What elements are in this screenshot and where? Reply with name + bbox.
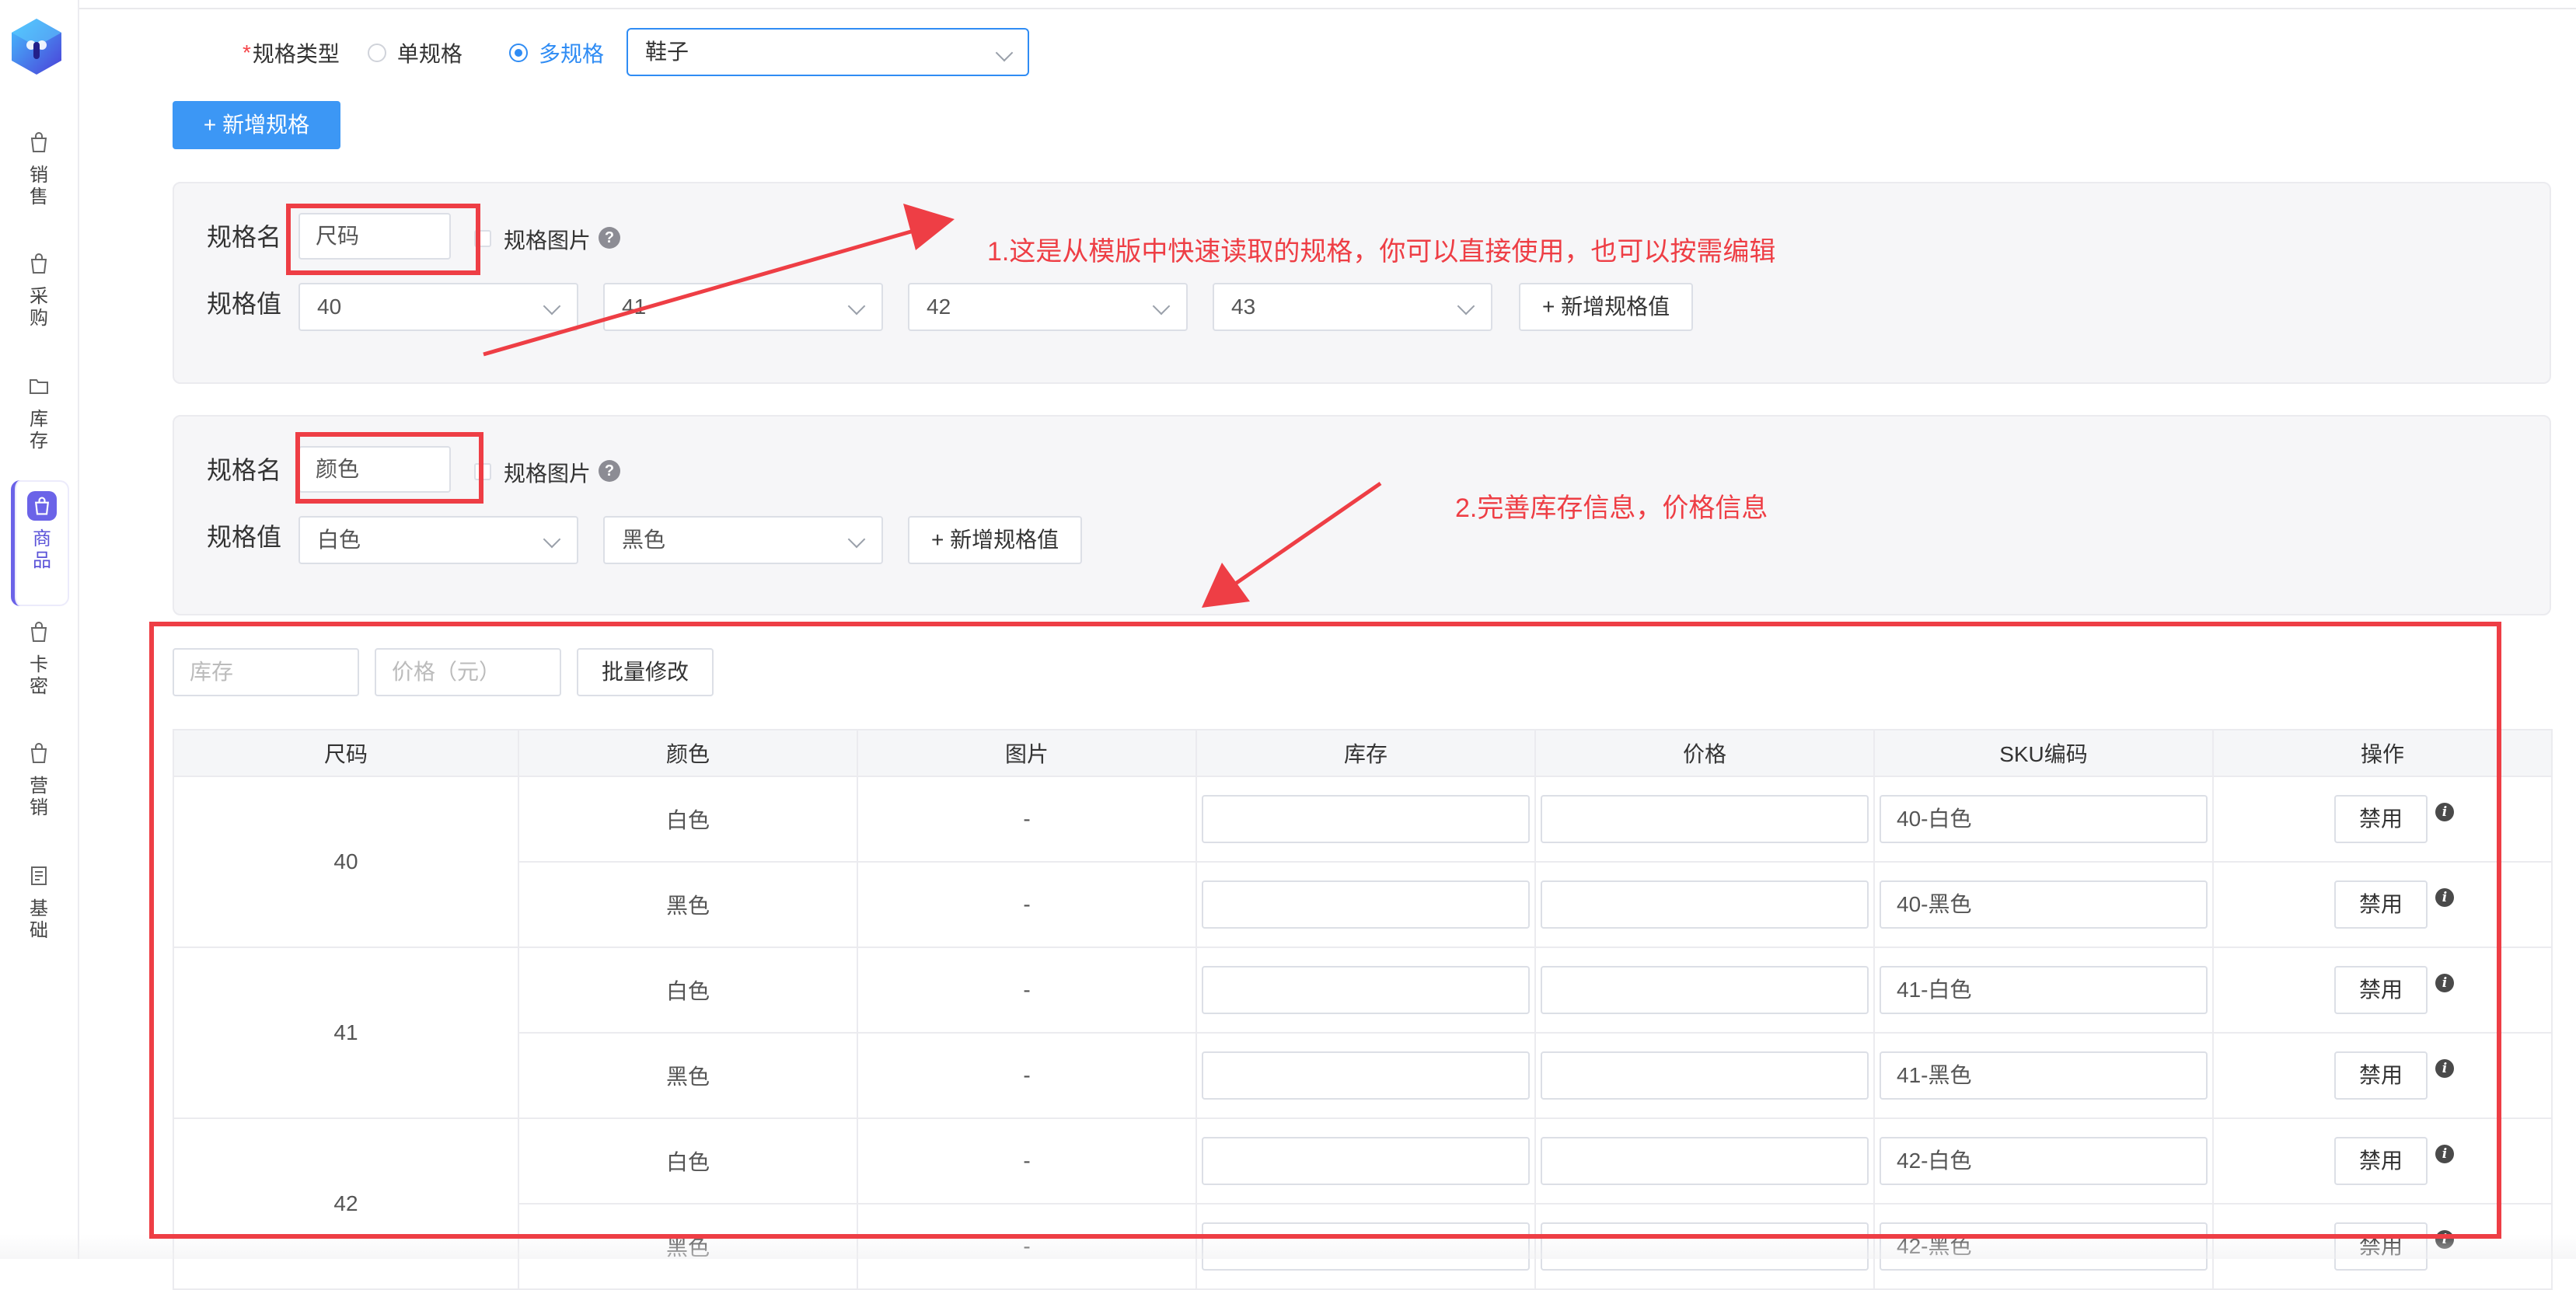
annotation-arrows [483,204,1382,608]
annotation-note-2: 2.完善库存信息，价格信息 [1455,493,1768,523]
arrow-line [1233,481,1382,587]
arrow-head [1202,563,1250,608]
arrow-line [483,229,912,357]
annotation-note-1: 1.这是从模版中快速读取的规格，你可以直接使用，也可以按需编辑 [987,237,1776,267]
arrow-head [903,204,955,250]
